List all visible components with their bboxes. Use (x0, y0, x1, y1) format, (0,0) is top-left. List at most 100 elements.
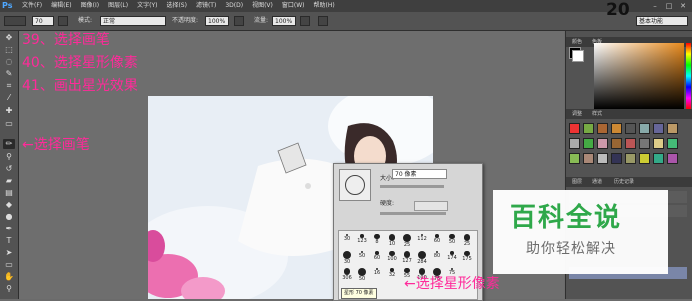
style-swatch[interactable] (597, 138, 608, 149)
brush-preset[interactable]: 8 (370, 233, 384, 247)
style-swatch[interactable] (653, 153, 664, 164)
brush-preset[interactable]: 174 (445, 250, 459, 264)
path-select-tool-icon[interactable]: ➤ (3, 248, 15, 258)
menu-item[interactable]: 选择(S) (166, 0, 187, 12)
maximize-icon[interactable]: □ (664, 1, 674, 11)
menu-item[interactable]: 视图(V) (252, 0, 273, 12)
minimize-icon[interactable]: – (650, 1, 660, 11)
tab-color[interactable]: 颜色 (572, 37, 582, 47)
background-color-swatch[interactable] (572, 50, 584, 62)
history-brush-tool-icon[interactable]: ↺ (3, 164, 15, 174)
style-swatch[interactable] (625, 138, 636, 149)
flow-field[interactable]: 100% (272, 16, 296, 26)
brush-preset[interactable]: 50 (445, 233, 459, 247)
hardness-field[interactable] (414, 201, 448, 211)
style-swatch[interactable] (667, 123, 678, 134)
pressure-opacity-icon[interactable] (234, 16, 244, 26)
brush-tool-icon[interactable]: ✏ (3, 139, 15, 149)
brush-preset[interactable]: 60 (370, 250, 384, 264)
workspace-select[interactable]: 基本功能 (636, 16, 688, 26)
menu-item[interactable]: 图层(L) (108, 0, 128, 12)
menu-item[interactable]: 窗口(W) (282, 0, 305, 12)
brush-preset[interactable]: 16 (370, 267, 384, 281)
brush-preset[interactable]: 30 (340, 233, 354, 247)
style-swatch[interactable] (583, 123, 594, 134)
brush-preset[interactable]: 32 (385, 267, 399, 281)
style-swatch[interactable] (569, 153, 580, 164)
brush-preset[interactable]: 112 (415, 233, 429, 247)
style-swatch[interactable] (569, 123, 580, 134)
style-swatch[interactable] (611, 123, 622, 134)
style-swatch[interactable] (639, 153, 650, 164)
menu-item[interactable]: 编辑(E) (51, 0, 71, 12)
style-swatch[interactable] (667, 153, 678, 164)
brush-preset[interactable]: 25 (400, 233, 414, 248)
style-swatch[interactable] (653, 123, 664, 134)
style-swatch[interactable] (639, 123, 650, 134)
tab-styles[interactable]: 样式 (592, 109, 602, 119)
healing-tool-icon[interactable]: ✚ (3, 106, 15, 116)
style-swatch[interactable] (667, 138, 678, 149)
brush-preset[interactable]: 175 (460, 250, 474, 264)
pen-tool-icon[interactable]: ✒ (3, 224, 15, 234)
style-swatch[interactable] (653, 138, 664, 149)
airbrush-icon[interactable] (300, 16, 310, 26)
hand-tool-icon[interactable]: ✋ (3, 272, 15, 282)
style-swatch[interactable] (611, 138, 622, 149)
eyedropper-tool-icon[interactable]: ⁄ (3, 93, 15, 103)
gradient-tool-icon[interactable]: ▤ (3, 188, 15, 198)
menu-item[interactable]: 帮助(H) (314, 0, 335, 12)
style-swatch[interactable] (597, 153, 608, 164)
menu-item[interactable]: 滤镜(T) (196, 0, 216, 12)
menu-item[interactable]: 文件(F) (22, 0, 42, 12)
brush-preset[interactable]: 10 (385, 233, 399, 247)
opacity-field[interactable]: 100% (205, 16, 229, 26)
brush-preset[interactable]: 100 (385, 250, 399, 264)
quick-select-tool-icon[interactable]: ✎ (3, 69, 15, 79)
style-swatch[interactable] (625, 153, 636, 164)
menu-item[interactable]: 文字(Y) (137, 0, 157, 12)
tab-history[interactable]: 历史记录 (614, 177, 634, 187)
mode-select[interactable]: 正常 (100, 16, 166, 26)
brush-angle-preview[interactable] (339, 169, 371, 201)
tab-channels[interactable]: 通道 (592, 177, 602, 187)
brush-preset[interactable]: 50 (355, 250, 369, 264)
brush-size-slider[interactable] (380, 185, 444, 188)
brush-size-field[interactable]: 70 像素 (392, 169, 447, 179)
brush-preset[interactable]: 127 (400, 250, 414, 264)
brush-preset[interactable]: 30 (340, 250, 354, 265)
zoom-tool-icon[interactable]: ⚲ (3, 284, 15, 294)
style-swatch[interactable] (569, 138, 580, 149)
clone-stamp-tool-icon[interactable]: ⚲ (3, 152, 15, 162)
style-swatch[interactable] (611, 153, 622, 164)
brush-preset[interactable]: 50 (355, 267, 369, 282)
hardness-slider[interactable] (380, 212, 446, 215)
spot-heal-tool-icon[interactable]: ▭ (3, 119, 15, 129)
style-swatch[interactable] (639, 138, 650, 149)
style-swatch[interactable] (597, 123, 608, 134)
pressure-size-icon[interactable] (318, 16, 328, 26)
crop-tool-icon[interactable]: ⌗ (3, 81, 15, 91)
brush-preset[interactable]: 80 (430, 250, 444, 264)
hue-slider[interactable] (686, 43, 691, 109)
lasso-tool-icon[interactable]: ◌ (3, 57, 15, 67)
menu-item[interactable]: 3D(D) (225, 0, 243, 12)
dodge-tool-icon[interactable]: ● (3, 212, 15, 222)
brush-preset[interactable]: 123 (355, 233, 369, 247)
brush-preset[interactable]: 306 (340, 267, 354, 281)
tab-adjustments[interactable]: 调整 (572, 109, 582, 119)
move-tool-icon[interactable]: ✥ (3, 33, 15, 43)
brush-panel-toggle-icon[interactable] (58, 16, 68, 26)
eraser-tool-icon[interactable]: ▰ (3, 176, 15, 186)
shape-tool-icon[interactable]: ▭ (3, 260, 15, 270)
tool-preset-picker[interactable] (4, 16, 26, 26)
blur-tool-icon[interactable]: ◆ (3, 200, 15, 210)
style-swatch[interactable] (625, 123, 636, 134)
style-swatch[interactable] (583, 138, 594, 149)
color-spectrum[interactable] (594, 43, 684, 109)
menu-item[interactable]: 图像(I) (81, 0, 99, 12)
brush-preset[interactable]: 25 (460, 233, 474, 247)
marquee-tool-icon[interactable]: ⬚ (3, 45, 15, 55)
brush-size-picker[interactable]: 70 (32, 16, 54, 26)
tab-layers[interactable]: 图层 (572, 177, 582, 187)
